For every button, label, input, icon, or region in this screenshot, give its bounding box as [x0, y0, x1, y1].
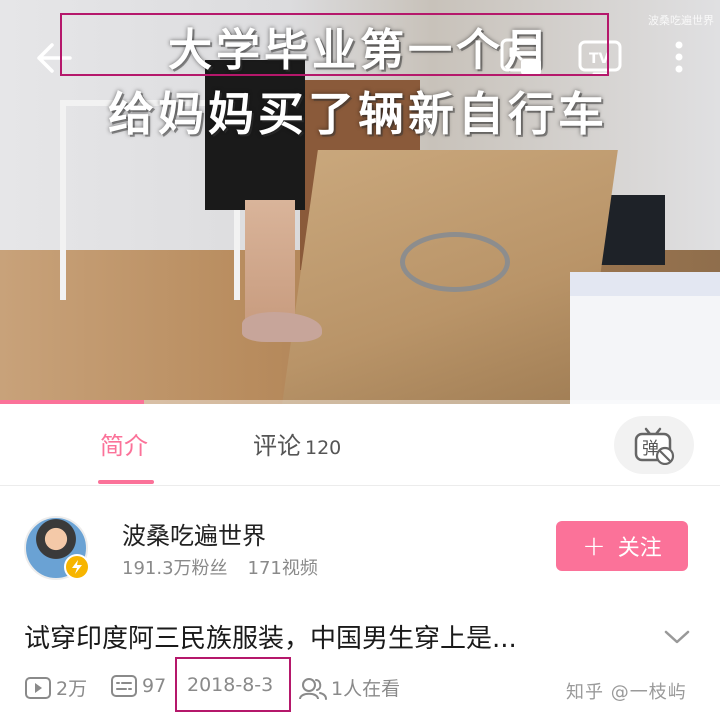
tab-intro[interactable]: 简介: [100, 426, 148, 461]
more-button[interactable]: [664, 34, 694, 80]
danmaku-count-icon: [111, 675, 137, 697]
uploader-row: 波桑吃遍世界 191.3万粉丝 171视频 + 关注: [0, 500, 720, 600]
plus-icon: +: [582, 529, 606, 562]
play-count: 2万: [24, 674, 87, 701]
uploader-videos: 171视频: [247, 558, 318, 579]
tab-intro-label: 简介: [100, 432, 148, 460]
follow-label: 关注: [617, 536, 662, 561]
tab-comments-count: 120: [305, 437, 342, 459]
danmaku-off-icon: 弹: [634, 427, 675, 465]
play-count-icon: [25, 676, 51, 699]
zhihu-watermark: 知乎 @一枝屿: [566, 682, 687, 703]
verified-badge-icon: [64, 554, 90, 580]
more-vertical-icon: [675, 41, 683, 73]
lightning-icon: [72, 560, 82, 574]
play-count-value: 2万: [56, 678, 88, 700]
watching-count: 1人在看: [298, 674, 400, 701]
highlight-box-caption: [60, 13, 609, 76]
danmaku-toggle-button[interactable]: 弹: [614, 416, 694, 474]
video-caption-line2: 给妈妈买了辆新自行车: [108, 87, 608, 141]
chevron-down-icon: [664, 630, 690, 644]
video-frame-legs: [245, 200, 295, 320]
people-icon: [299, 677, 327, 700]
video-title: 试穿印度阿三民族服装，中国男生穿上是...: [24, 624, 517, 654]
tab-comments[interactable]: 评论 120: [253, 426, 341, 461]
highlight-box-date: [175, 657, 291, 712]
uploader-fans: 191.3万粉丝: [122, 558, 228, 579]
tab-bar: 简介 评论 120 弹: [0, 404, 720, 486]
tab-intro-indicator: [98, 480, 154, 484]
follow-button[interactable]: + 关注: [556, 521, 688, 571]
video-frame-bike-wheel: [400, 232, 510, 292]
uploader-stats: 191.3万粉丝 171视频: [122, 554, 318, 580]
uploader-name[interactable]: 波桑吃遍世界: [122, 516, 266, 551]
tab-comments-label: 评论: [253, 432, 301, 460]
danmaku-count: 97: [110, 674, 166, 698]
watching-count-value: 1人在看: [331, 678, 401, 700]
danmaku-count-value: 97: [142, 675, 167, 697]
video-frame-white-box: [570, 272, 720, 404]
expand-description-button[interactable]: [660, 620, 694, 654]
